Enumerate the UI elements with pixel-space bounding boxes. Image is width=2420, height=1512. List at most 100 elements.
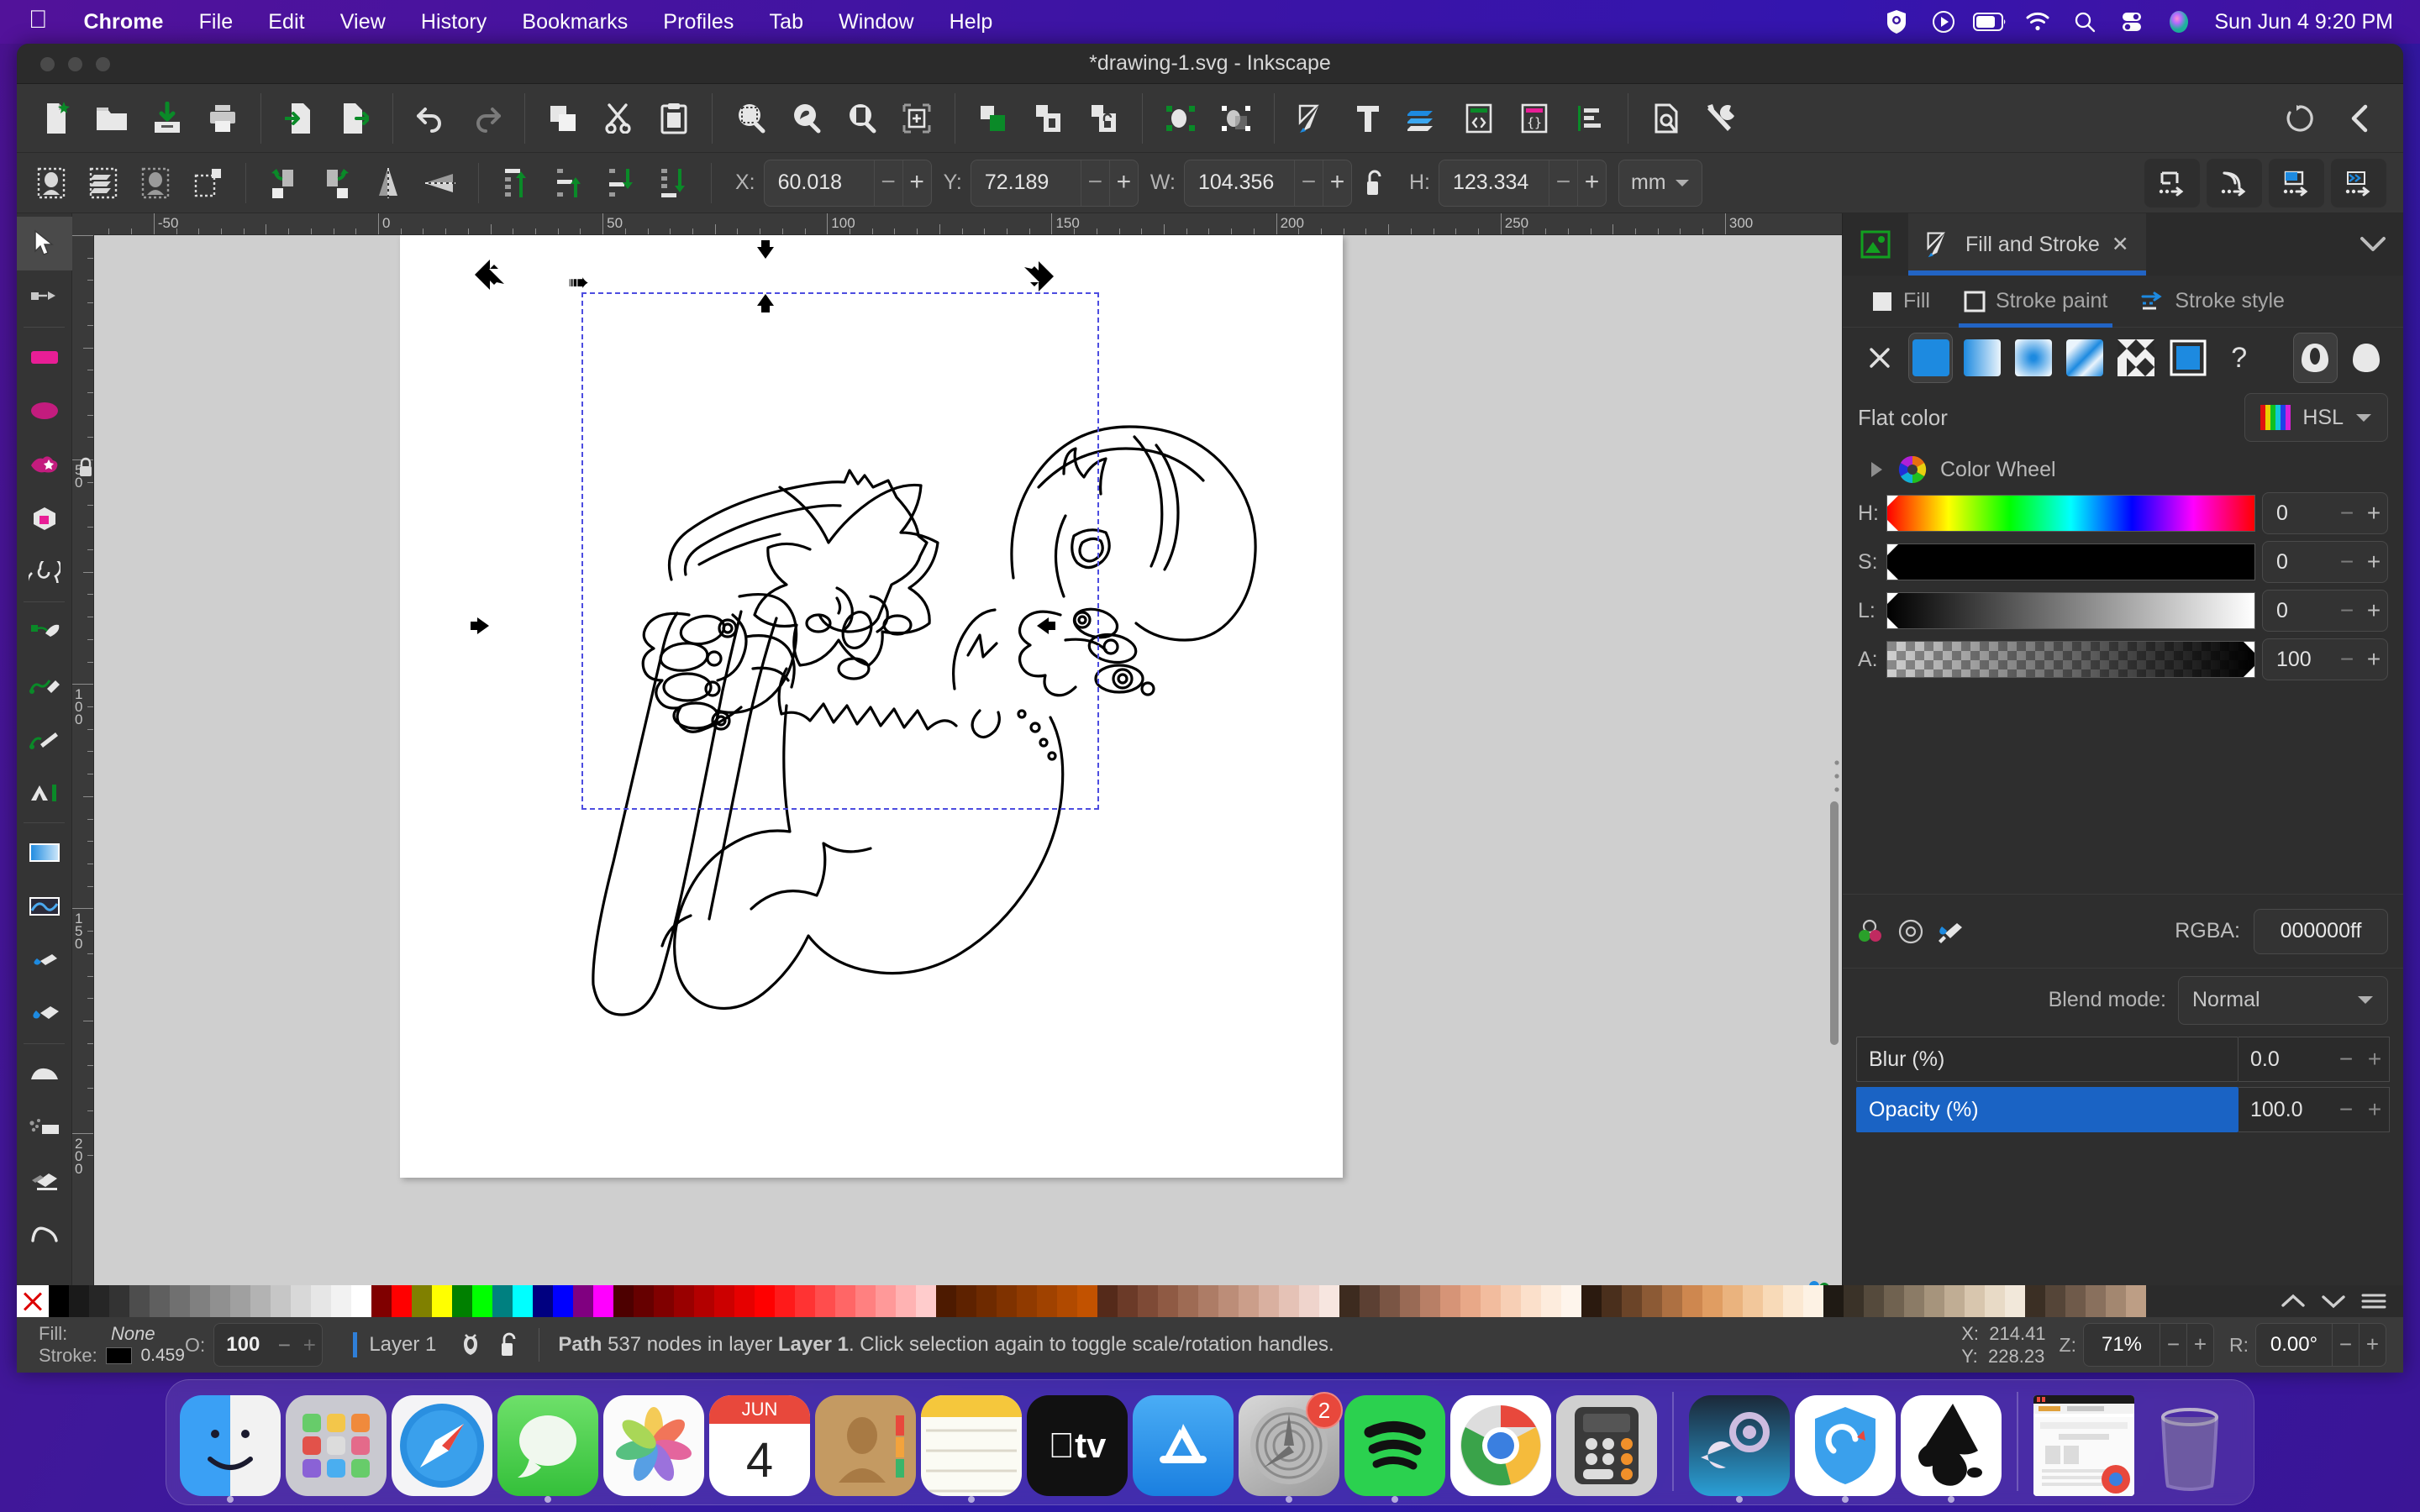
rectangle-tool[interactable] [17, 330, 72, 384]
palette-swatch[interactable] [1844, 1285, 1864, 1317]
fill-stroke-indicator[interactable]: Fill: None Stroke: 0.459 [17, 1323, 185, 1367]
shield-icon[interactable] [1873, 9, 1920, 34]
palette-swatch[interactable] [1460, 1285, 1481, 1317]
alpha-field[interactable]: 100 − + [2262, 638, 2388, 680]
eye-icon[interactable] [436, 1333, 498, 1357]
dock-item-hotspot-shield[interactable] [1795, 1395, 1896, 1503]
image-object-icon[interactable] [1843, 213, 1908, 276]
palette-menu-icon[interactable] [2361, 1292, 2386, 1310]
h-increment[interactable]: + [1576, 160, 1606, 206]
paste-button[interactable] [646, 92, 702, 144]
align-distribute-button[interactable] [1562, 92, 1618, 144]
h-field[interactable]: 123.334 − + [1438, 159, 1607, 207]
palette-swatch[interactable] [1400, 1285, 1420, 1317]
gradient-tool[interactable] [17, 826, 72, 879]
tab-fill-and-stroke[interactable]: Fill and Stroke ✕ [1908, 213, 2146, 276]
x-field[interactable]: 60.018 − + [763, 159, 932, 207]
rotate-ccw-button[interactable] [258, 159, 310, 207]
palette-swatch[interactable] [1561, 1285, 1581, 1317]
close-tab-icon[interactable]: ✕ [2112, 232, 2129, 257]
palette-swatch[interactable] [1803, 1285, 1823, 1317]
palette-swatch[interactable] [1702, 1285, 1723, 1317]
palette-swatch[interactable] [2005, 1285, 2025, 1317]
zoom-page-button[interactable] [834, 92, 889, 144]
palette-swatch[interactable] [1440, 1285, 1460, 1317]
w-decrement[interactable]: − [1293, 160, 1323, 206]
palette-swatch[interactable] [1521, 1285, 1541, 1317]
spray-tool[interactable] [17, 1100, 72, 1154]
palette-swatch[interactable] [1884, 1285, 1904, 1317]
connector-tool[interactable] [17, 1208, 72, 1262]
palette-swatch[interactable] [1279, 1285, 1299, 1317]
palette-swatch[interactable] [2045, 1285, 2065, 1317]
window-controls[interactable] [40, 44, 110, 84]
palette-swatch[interactable] [674, 1285, 694, 1317]
new-view-button[interactable] [889, 92, 944, 144]
pen-tool[interactable] [17, 605, 72, 659]
palette-swatch[interactable] [1924, 1285, 1944, 1317]
palette-swatch[interactable] [1239, 1285, 1259, 1317]
flat-color-button[interactable] [1908, 333, 1954, 383]
palette-swatch[interactable] [129, 1285, 150, 1317]
palette-swatch[interactable] [371, 1285, 392, 1317]
ungroup-button[interactable] [1076, 92, 1132, 144]
group-button[interactable] [1021, 92, 1076, 144]
menubar-item-chrome[interactable]: Chrome [66, 10, 182, 34]
redo-button[interactable] [459, 92, 514, 144]
palette-swatch[interactable] [1138, 1285, 1158, 1317]
undo-button[interactable] [403, 92, 459, 144]
palette-swatch[interactable] [1763, 1285, 1783, 1317]
dock-item-safari[interactable] [392, 1395, 492, 1496]
palette-swatch[interactable] [1985, 1285, 2005, 1317]
opacity-field[interactable]: 100.0 − + [2238, 1087, 2390, 1132]
palette-swatch[interactable] [1017, 1285, 1037, 1317]
export-button[interactable] [327, 92, 382, 144]
close-window-button[interactable] [40, 56, 55, 71]
palette-swatch[interactable] [795, 1285, 815, 1317]
palette-swatch[interactable] [2126, 1285, 2146, 1317]
unlock-icon[interactable] [498, 1331, 539, 1358]
color-mode-select[interactable]: HSL [2244, 393, 2388, 442]
tab-stroke-style[interactable]: Stroke style [2124, 276, 2302, 328]
deselect-button[interactable] [182, 159, 234, 207]
object-properties-button[interactable] [1208, 92, 1264, 144]
palette-swatch[interactable] [755, 1285, 775, 1317]
palette-swatch[interactable] [1198, 1285, 1218, 1317]
palette-scroll-down-icon[interactable] [2321, 1293, 2346, 1310]
palette-swatch[interactable] [1077, 1285, 1097, 1317]
palette-swatch[interactable] [553, 1285, 573, 1317]
palette-swatch[interactable] [432, 1285, 452, 1317]
chevron-down-icon[interactable] [2343, 213, 2403, 276]
fill-rule-nonzero-button[interactable] [2345, 333, 2388, 382]
3dbox-tool[interactable] [17, 491, 72, 545]
paint-bucket-tool[interactable] [17, 987, 72, 1041]
import-button[interactable] [271, 92, 327, 144]
rotation-field[interactable]: 0.00° − + [2255, 1323, 2386, 1367]
rotation-decrement[interactable]: − [2332, 1323, 2359, 1367]
menubar-item-bookmarks[interactable]: Bookmarks [504, 10, 645, 34]
siri-icon[interactable] [2155, 9, 2202, 34]
preferences-button[interactable] [1694, 92, 1749, 144]
text-tool[interactable] [17, 766, 72, 820]
palette-swatch[interactable] [835, 1285, 855, 1317]
palette-swatch[interactable] [815, 1285, 835, 1317]
dock-item-notes[interactable] [921, 1395, 1022, 1503]
control-center-icon[interactable] [2108, 11, 2155, 33]
blend-mode-select[interactable]: Normal [2178, 975, 2388, 1025]
palette-swatch[interactable] [936, 1285, 956, 1317]
palette-swatch[interactable] [109, 1285, 129, 1317]
snap-edge-icon[interactable] [2269, 159, 2324, 207]
lightness-increment[interactable]: + [2360, 597, 2387, 624]
palette-swatch[interactable] [311, 1285, 331, 1317]
palette-swatch[interactable] [1501, 1285, 1521, 1317]
palette-swatch[interactable] [69, 1285, 89, 1317]
flip-vertical-button[interactable] [414, 159, 466, 207]
palette-swatch[interactable] [1037, 1285, 1057, 1317]
search-icon[interactable] [2061, 11, 2108, 33]
palette-swatch[interactable] [1259, 1285, 1279, 1317]
palette-swatch[interactable] [2065, 1285, 2086, 1317]
palette-swatch[interactable] [2106, 1285, 2126, 1317]
zoom-field[interactable]: 71% − + [2083, 1323, 2214, 1367]
spiral-tool[interactable] [17, 545, 72, 599]
zoom-decrement[interactable]: − [2160, 1323, 2186, 1367]
